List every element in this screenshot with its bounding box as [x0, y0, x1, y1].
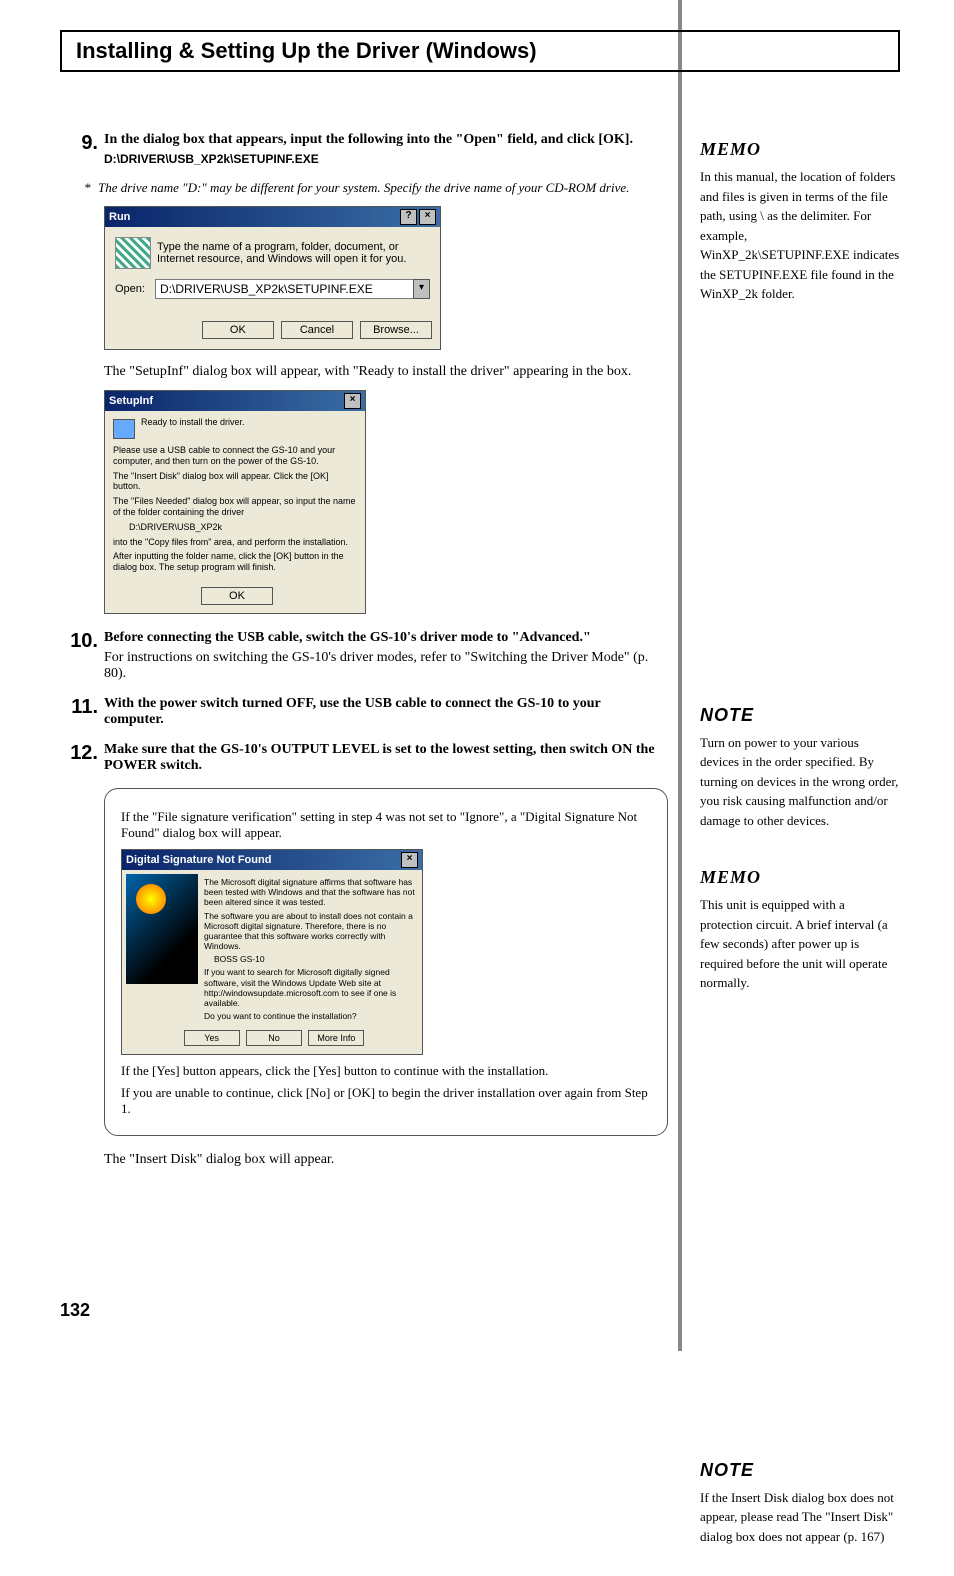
open-label: Open: [115, 283, 155, 295]
step-number: 10. [60, 630, 104, 682]
setupinf-titlebar: SetupInf × [105, 391, 365, 411]
note-2-text: If the Insert Disk dialog box does not a… [700, 1488, 900, 1547]
dropdown-button[interactable]: ▾ [413, 279, 430, 299]
dsig-p1: The Microsoft digital signature affirms … [204, 877, 416, 908]
close-button[interactable]: × [401, 852, 418, 868]
setupinf-l1: Please use a USB cable to connect the GS… [113, 445, 357, 467]
page-number: 132 [60, 1300, 90, 1321]
run-icon [115, 237, 151, 269]
setupinf-l2: The "Insert Disk" dialog box will appear… [113, 471, 357, 493]
dsig-p2: The software you are about to install do… [204, 911, 416, 952]
run-titlebar: Run ? × [105, 207, 440, 227]
dsig-p3: If you want to search for Microsoft digi… [204, 967, 416, 1008]
note-block-1: NOTE Turn on power to your various devic… [700, 698, 900, 831]
step-11-text: With the power switch turned OFF, use th… [104, 696, 660, 728]
memo-1-text: In this manual, the location of folders … [700, 167, 900, 304]
open-input[interactable]: D:\DRIVER\USB_XP2k\SETUPINF.EXE [155, 279, 414, 299]
step-9-text: In the dialog box that appears, input th… [104, 132, 660, 148]
after-callout-text: The "Insert Disk" dialog box will appear… [104, 1152, 660, 1168]
note-icon: NOTE [700, 1457, 754, 1484]
setupinf-title: SetupInf [109, 395, 153, 407]
setupinf-l5: After inputting the folder name, click t… [113, 551, 357, 573]
setupinf-l3: The "Files Needed" dialog box will appea… [113, 496, 357, 518]
browse-button[interactable]: Browse... [360, 321, 432, 339]
dsig-q: Do you want to continue the installation… [204, 1011, 416, 1021]
setupinf-ready: Ready to install the driver. [141, 417, 245, 427]
footnote-text: The drive name "D:" may be different for… [98, 180, 629, 196]
yes-button[interactable]: Yes [184, 1030, 240, 1046]
step-10-text: Before connecting the USB cable, switch … [104, 630, 660, 646]
dsig-title: Digital Signature Not Found [126, 854, 271, 866]
dsig-image [126, 874, 198, 984]
memo-block-1: MEMO In this manual, the location of fol… [700, 132, 900, 304]
step-11: 11. With the power switch turned OFF, us… [60, 696, 660, 728]
open-input-value: D:\DRIVER\USB_XP2k\SETUPINF.EXE [160, 282, 373, 296]
setupinf-l4: into the "Copy files from" area, and per… [113, 537, 357, 548]
dsig-product: BOSS GS-10 [214, 954, 416, 964]
step-12: 12. Make sure that the GS-10's OUTPUT LE… [60, 742, 660, 774]
close-button[interactable]: × [344, 393, 361, 409]
footnote-drive: * The drive name "D:" may be different f… [84, 180, 660, 196]
help-button[interactable]: ? [400, 209, 417, 225]
memo-block-2: MEMO This unit is equipped with a protec… [700, 860, 900, 993]
main-column: 9. In the dialog box that appears, input… [60, 132, 660, 1576]
page-title: Installing & Setting Up the Driver (Wind… [60, 30, 900, 72]
dsig-titlebar: Digital Signature Not Found × [122, 850, 422, 870]
step-12-text: Make sure that the GS-10's OUTPUT LEVEL … [104, 742, 660, 774]
note-block-2: NOTE If the Insert Disk dialog box does … [700, 1453, 900, 1547]
memo-icon: MEMO [700, 864, 761, 891]
note-icon: NOTE [700, 702, 754, 729]
asterisk: * [84, 180, 98, 196]
callout-p1: If the "File signature verification" set… [121, 809, 651, 841]
sidebar-column: MEMO In this manual, the location of fol… [700, 132, 900, 1576]
dsig-dialog: Digital Signature Not Found × The Micros… [121, 849, 423, 1055]
page-content: Installing & Setting Up the Driver (Wind… [60, 30, 900, 1576]
step-number: 12. [60, 742, 104, 774]
step-number: 11. [60, 696, 104, 728]
memo-2-text: This unit is equipped with a protection … [700, 895, 900, 993]
note-1-text: Turn on power to your various devices in… [700, 733, 900, 831]
step-9-path: D:\DRIVER\USB_XP2k\SETUPINF.EXE [104, 152, 660, 166]
step-10: 10. Before connecting the USB cable, swi… [60, 630, 660, 682]
memo-icon: MEMO [700, 136, 761, 163]
cancel-button[interactable]: Cancel [281, 321, 353, 339]
run-title: Run [109, 211, 130, 223]
setupinf-icon [113, 419, 135, 439]
close-button[interactable]: × [419, 209, 436, 225]
no-button[interactable]: No [246, 1030, 302, 1046]
setupinf-dialog: SetupInf × Ready to install the driver. … [104, 390, 366, 614]
callout-p3: If you are unable to continue, click [No… [121, 1085, 651, 1117]
signature-callout: If the "File signature verification" set… [104, 788, 668, 1136]
step-9: 9. In the dialog box that appears, input… [60, 132, 660, 166]
run-prompt: Type the name of a program, folder, docu… [157, 241, 430, 265]
run-dialog: Run ? × Type the name of a program, fold… [104, 206, 441, 350]
ok-button[interactable]: OK [202, 321, 274, 339]
more-info-button[interactable]: More Info [308, 1030, 364, 1046]
callout-p2: If the [Yes] button appears, click the [… [121, 1063, 651, 1079]
step-10-sub: For instructions on switching the GS-10'… [104, 650, 660, 682]
ok-button[interactable]: OK [201, 587, 273, 605]
setupinf-path: D:\DRIVER\USB_XP2k [129, 522, 357, 533]
step-number: 9. [60, 132, 104, 166]
after-run-text: The "SetupInf" dialog box will appear, w… [104, 364, 660, 380]
